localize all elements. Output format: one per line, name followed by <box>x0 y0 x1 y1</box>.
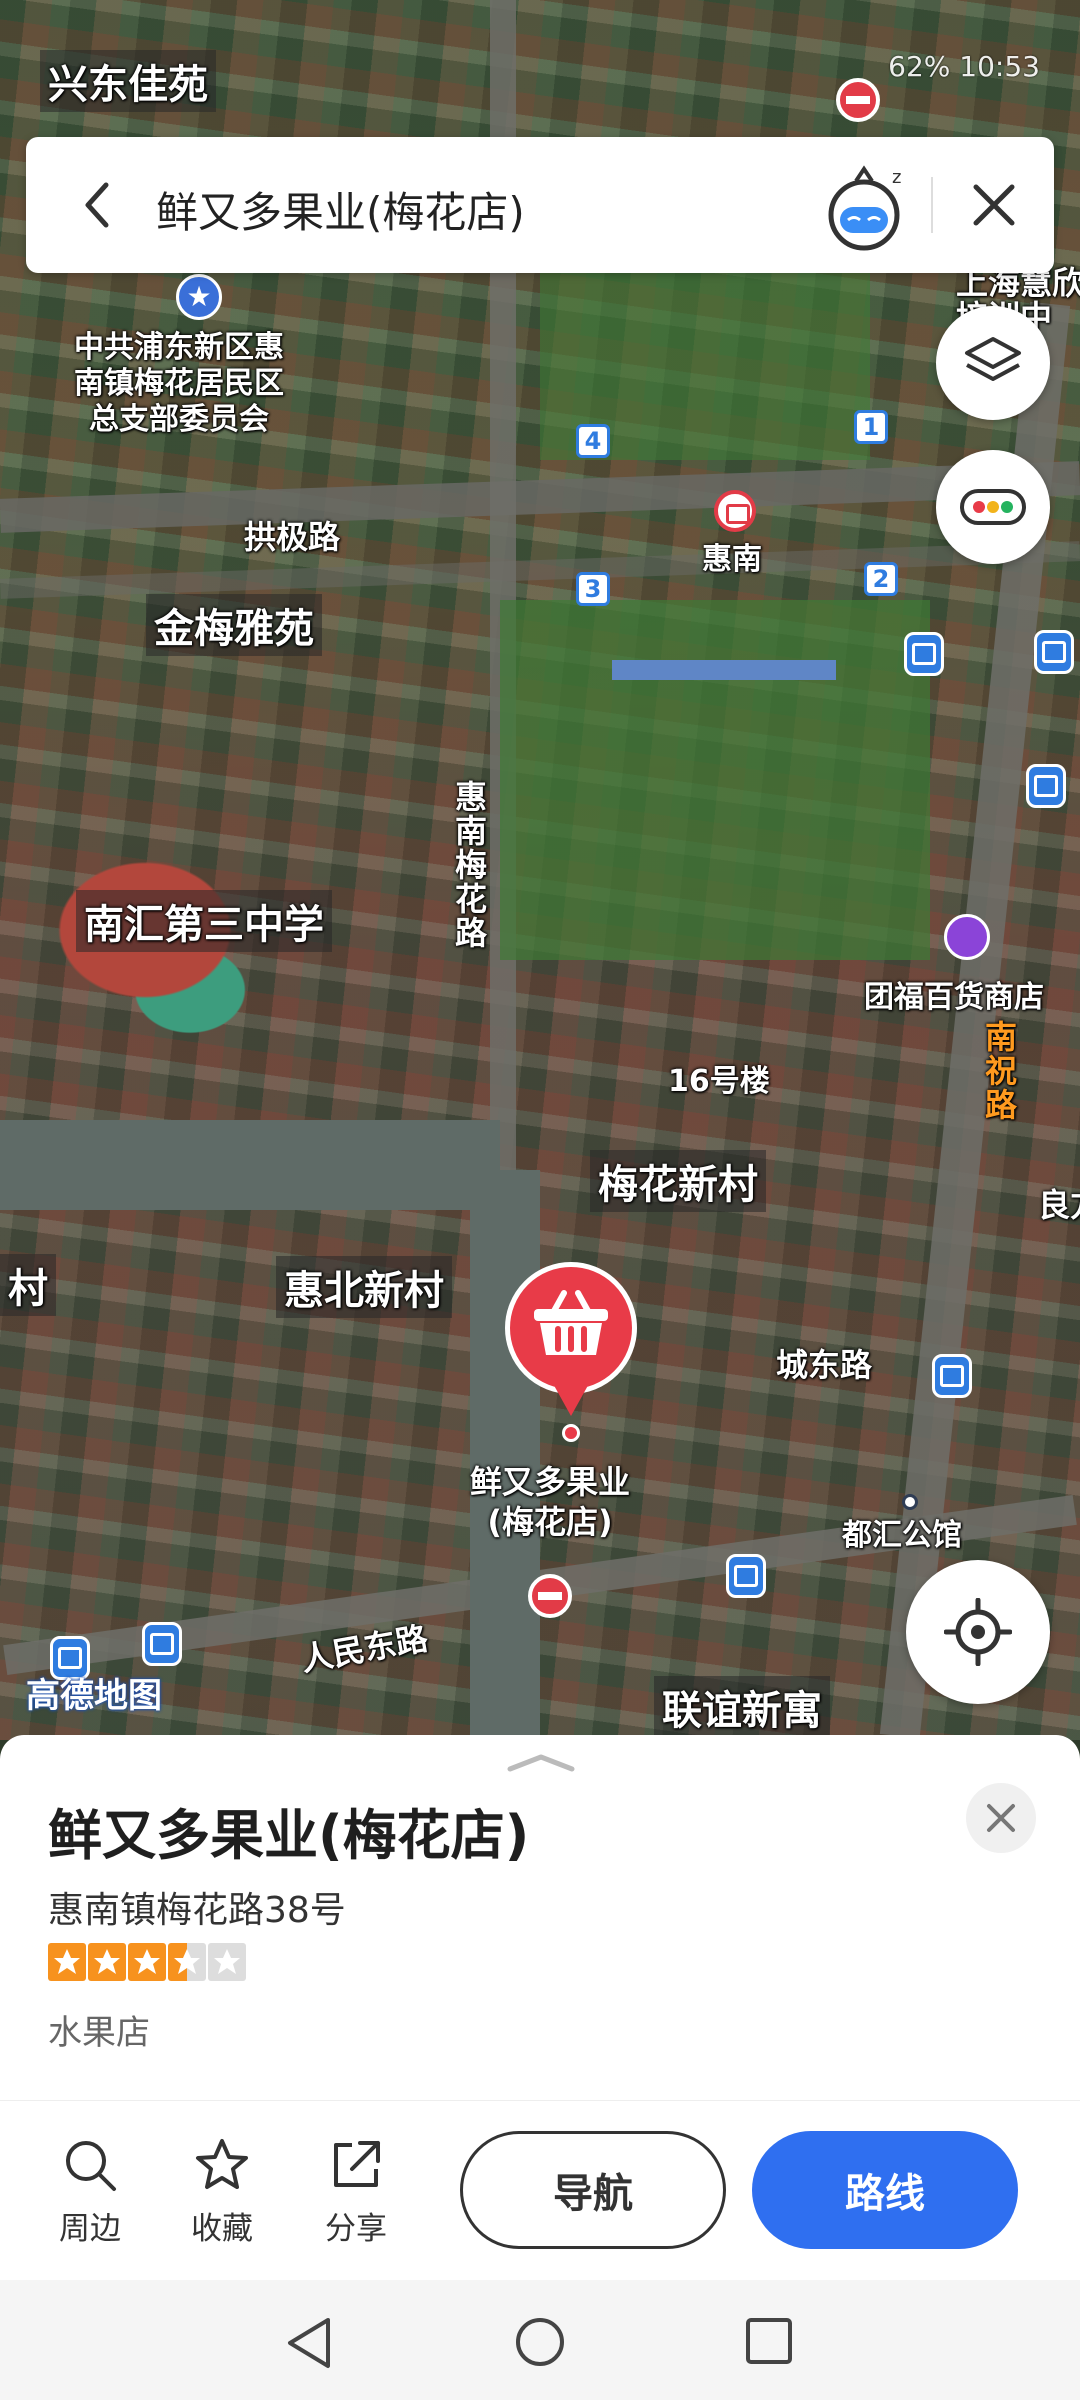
close-icon[interactable] <box>968 179 1020 231</box>
pin-location-dot <box>562 1424 580 1442</box>
layers-button[interactable] <box>936 306 1050 420</box>
route-button[interactable]: 路线 <box>752 2131 1018 2249</box>
canal <box>0 1120 500 1210</box>
label-jinmei: 金梅雅苑 <box>146 594 322 656</box>
share-icon <box>334 2141 380 2187</box>
road-gongji-lane <box>0 541 1080 599</box>
back-arrow-icon[interactable] <box>82 181 112 229</box>
exit-4-icon: 4 <box>576 424 610 458</box>
pin-tail <box>551 1380 591 1416</box>
road-gongji <box>0 461 1080 533</box>
exit-2-icon: 2 <box>864 562 898 596</box>
green-park <box>500 600 930 960</box>
rating-stars <box>48 1943 246 1981</box>
share-button[interactable]: 分享 <box>306 2137 406 2248</box>
star-half-icon <box>168 1943 206 1981</box>
star-empty-icon <box>208 1943 246 1981</box>
bus-stop-icon[interactable] <box>1026 764 1066 808</box>
search-icon <box>66 2141 116 2191</box>
label-xingdong: 兴东佳苑 <box>40 50 216 112</box>
nearby-label: 周边 <box>59 2211 121 2247</box>
sheet-close-button[interactable] <box>966 1783 1036 1853</box>
label-duhui: 都汇公馆 <box>842 1518 962 1553</box>
star-icon <box>48 1943 86 1981</box>
navigate-button[interactable]: 导航 <box>460 2131 726 2249</box>
exit-1-icon: 1 <box>854 410 888 444</box>
recents-square-icon[interactable] <box>744 2316 794 2366</box>
star-icon <box>88 1943 126 1981</box>
search-divider <box>931 177 933 233</box>
home-circle-icon[interactable] <box>514 2316 566 2368</box>
traffic-toggle-button[interactable] <box>936 450 1050 564</box>
party-poi-icon[interactable]: ★ <box>176 274 222 320</box>
canal-vertical <box>470 1170 540 1740</box>
bus-stop-icon[interactable] <box>1034 630 1074 674</box>
star-icon <box>128 1943 166 1981</box>
place-detail-sheet[interactable]: 鲜又多果业(梅花店) 惠南镇梅花路38号 水果店 <box>0 1735 1080 2100</box>
selected-place-pin[interactable] <box>505 1262 637 1394</box>
close-icon <box>987 1804 1015 1832</box>
place-category: 水果店 <box>48 2013 150 2053</box>
favorite-label: 收藏 <box>191 2211 253 2247</box>
nearby-button[interactable]: 周边 <box>40 2137 140 2248</box>
label-huinan: 惠南 <box>702 542 762 577</box>
star-outline-icon <box>196 2139 248 2189</box>
place-name: 鲜又多果业(梅花店) <box>48 1804 530 1867</box>
label-bldg16: 16号楼 <box>668 1064 770 1099</box>
label-nanzhu-road: 南祝路 <box>980 1020 1018 1122</box>
bus-stop-icon[interactable] <box>904 632 944 676</box>
crosshair-location-icon <box>944 1598 1012 1666</box>
favorite-button[interactable]: 收藏 <box>172 2137 272 2248</box>
search-query[interactable]: 鲜又多果业(梅花店) <box>156 179 525 240</box>
voice-assistant-mascot-icon[interactable]: z <box>826 165 910 251</box>
status-bar: 62% 10:53 <box>888 50 1040 83</box>
duhui-poi-icon[interactable] <box>902 1494 918 1510</box>
share-label: 分享 <box>325 2211 387 2247</box>
label-gongji: 拱极路 <box>244 518 341 556</box>
exit-3-icon: 3 <box>576 572 610 606</box>
label-tuanfu: 团福百货商店 <box>864 980 1044 1015</box>
traffic-light-icon <box>960 489 1026 525</box>
amap-logo: 高德地图 <box>26 1676 162 1716</box>
label-huibei: 惠北新村 <box>276 1256 452 1318</box>
metro-station-icon[interactable] <box>714 490 756 532</box>
label-cun: 村 <box>0 1254 56 1316</box>
label-meihua-village: 梅花新村 <box>590 1150 766 1212</box>
system-nav-bar <box>0 2280 1080 2400</box>
label-nanhui-3rd-school: 南汇第三中学 <box>76 890 332 952</box>
basket-icon <box>534 1290 608 1355</box>
bus-stop-icon[interactable] <box>726 1554 766 1598</box>
layers-icon <box>965 337 1021 381</box>
locate-me-button[interactable] <box>906 1560 1050 1704</box>
label-lianyi: 联谊新寓 <box>654 1676 830 1738</box>
label-pin-place: 鲜又多果业 (梅花店) <box>470 1463 631 1541</box>
label-chengdong-road: 城东路 <box>776 1346 873 1384</box>
label-party: 中共浦东新区惠 南镇梅花居民区 总支部委员会 <box>74 330 284 437</box>
svg-text:z: z <box>892 167 901 188</box>
blue-roof <box>612 660 836 680</box>
action-bar: 周边 收藏 分享 导航 路线 <box>0 2100 1080 2281</box>
label-huinan-meihua-road: 惠南梅花路 <box>450 780 488 950</box>
no-entry-icon <box>528 1574 572 1618</box>
bus-stop-icon[interactable] <box>142 1622 182 1666</box>
sheet-handle-chevron-icon[interactable] <box>506 1753 576 1773</box>
label-liang: 良方 <box>1038 1186 1080 1224</box>
no-entry-icon <box>836 78 880 122</box>
place-address: 惠南镇梅花路38号 <box>48 1890 346 1931</box>
shop-poi-icon[interactable] <box>944 914 990 960</box>
search-bar[interactable]: 鲜又多果业(梅花店) z <box>26 137 1054 273</box>
bus-stop-icon[interactable] <box>932 1354 972 1398</box>
back-triangle-icon[interactable] <box>284 2316 334 2370</box>
